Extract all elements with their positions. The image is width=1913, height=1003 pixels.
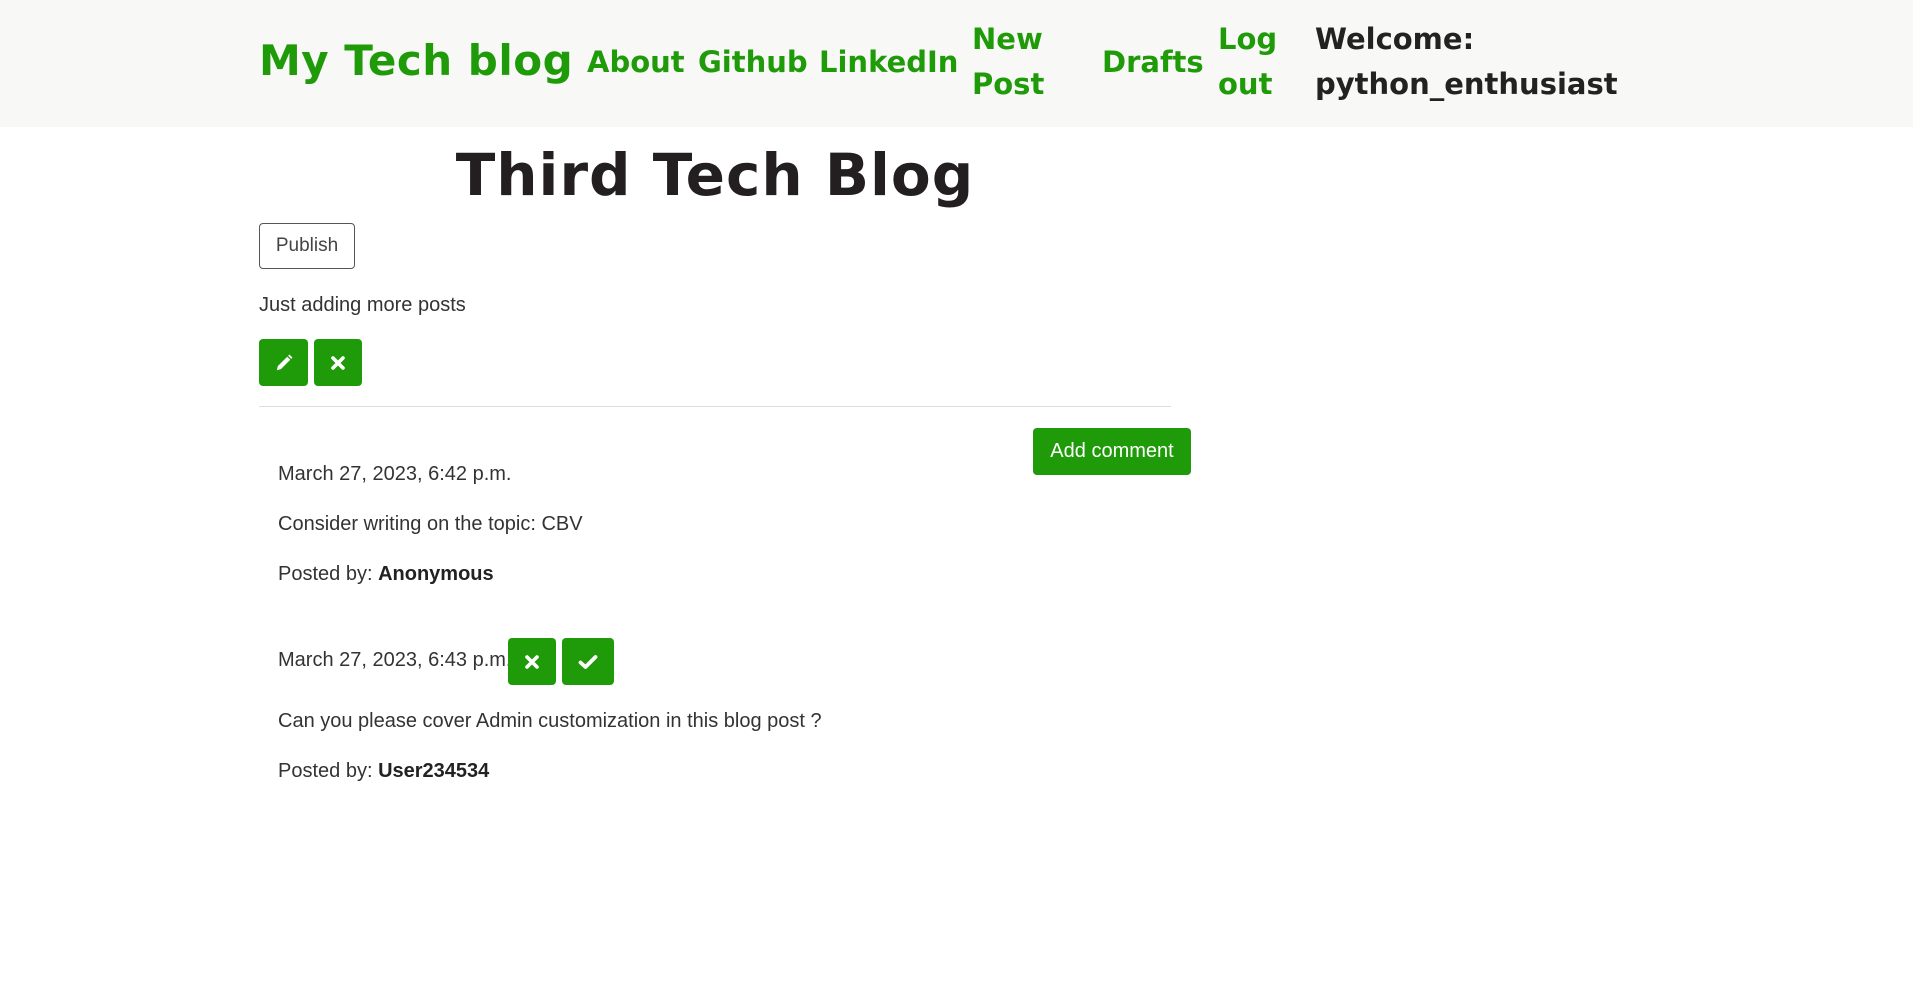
comment-author-name: Anonymous: [378, 563, 494, 585]
nav-logout-line2: out: [1218, 67, 1273, 101]
posted-by-label: Posted by:: [278, 563, 373, 585]
welcome-message: Welcome: python_enthusiast: [1315, 17, 1618, 107]
add-comment-button[interactable]: Add comment: [1033, 428, 1191, 475]
comment-author: Posted by: User234534: [278, 756, 489, 786]
nav-logout-line1: Log: [1218, 22, 1278, 56]
publish-button[interactable]: Publish: [259, 223, 355, 269]
posted-by-label: Posted by:: [278, 760, 373, 782]
divider: [259, 406, 1171, 407]
brand-link[interactable]: My Tech blog: [259, 32, 573, 90]
nav-linkedin-link[interactable]: LinkedIn: [819, 40, 958, 85]
post-title: Third Tech Blog: [455, 141, 975, 209]
check-icon: [578, 654, 598, 669]
nav-logout-link[interactable]: Log out: [1218, 17, 1277, 107]
comment-author: Posted by: Anonymous: [278, 559, 494, 589]
navbar: My Tech blog About Github LinkedIn New P…: [0, 0, 1913, 127]
welcome-username: python_enthusiast: [1315, 67, 1618, 101]
edit-post-button[interactable]: [259, 339, 308, 386]
comment-text: Can you please cover Admin customization…: [278, 710, 822, 732]
comment-date: March 27, 2023, 6:43 p.m.: [278, 649, 512, 671]
delete-post-button[interactable]: [314, 339, 362, 386]
nav-github-link[interactable]: Github: [698, 40, 808, 85]
nav-new-post-link[interactable]: New Post: [972, 17, 1044, 107]
comment-text: Consider writing on the topic: CBV: [278, 513, 583, 535]
post-body: Just adding more posts: [259, 294, 466, 316]
approve-comment-button[interactable]: [562, 638, 614, 685]
nav-new-post-line1: New: [972, 22, 1043, 56]
welcome-label: Welcome:: [1315, 22, 1475, 56]
comment-author-name: User234534: [378, 760, 490, 782]
nav-new-post-line2: Post: [972, 67, 1045, 101]
remove-icon: [331, 355, 345, 370]
nav-about-link[interactable]: About: [587, 40, 685, 85]
remove-comment-button[interactable]: [508, 638, 556, 685]
nav-drafts-link[interactable]: Drafts: [1102, 40, 1204, 85]
comment-date: March 27, 2023, 6:42 p.m.: [278, 463, 512, 485]
remove-icon: [525, 654, 539, 669]
pencil-icon: [276, 354, 292, 370]
